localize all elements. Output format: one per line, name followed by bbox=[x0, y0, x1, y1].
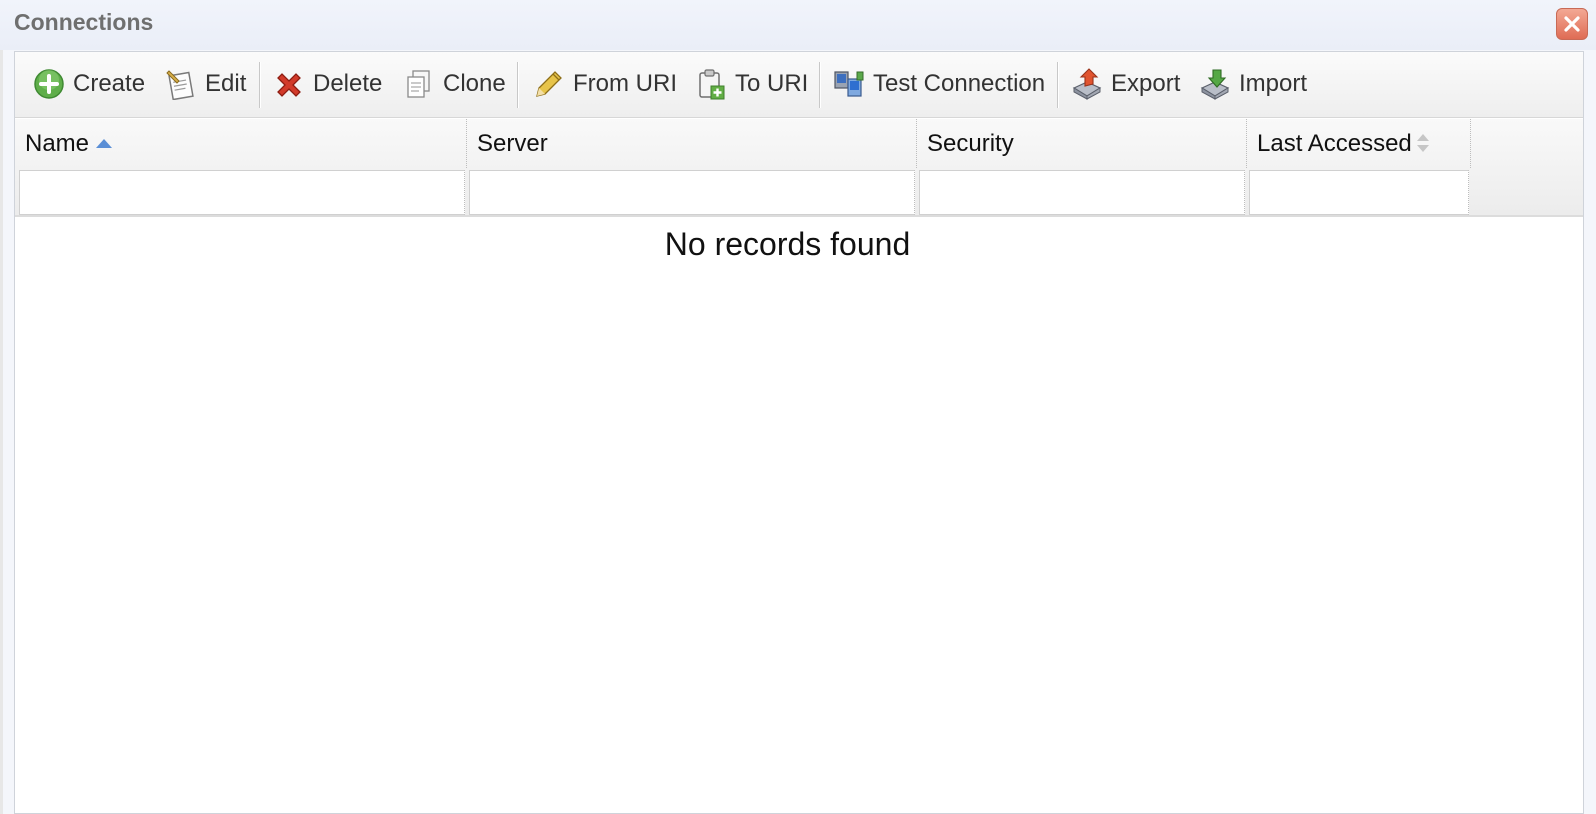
toolbar-separator bbox=[1057, 62, 1059, 108]
test-connection-button[interactable]: Test Connection bbox=[833, 64, 1045, 104]
delete-button[interactable]: Delete bbox=[273, 64, 382, 104]
sortable-icon bbox=[1417, 134, 1429, 152]
export-icon bbox=[1072, 68, 1102, 100]
title-bar: Connections bbox=[0, 0, 1596, 50]
delete-icon bbox=[277, 73, 301, 97]
edit-button[interactable]: Edit bbox=[165, 64, 246, 104]
empty-message: No records found bbox=[664, 226, 911, 262]
column-label-last-accessed: Last Accessed bbox=[1257, 130, 1412, 157]
delete-label: Delete bbox=[313, 70, 383, 97]
network-computers-icon bbox=[834, 71, 864, 97]
grid-header: Name Server Security Last Accessed bbox=[15, 119, 1583, 217]
column-header-name[interactable]: Name bbox=[15, 119, 467, 168]
to-uri-label: To URI bbox=[735, 70, 809, 97]
filter-last-accessed-input[interactable] bbox=[1250, 171, 1468, 214]
pencil-icon bbox=[536, 71, 562, 97]
window-edge bbox=[0, 0, 3, 814]
import-icon bbox=[1200, 69, 1230, 100]
create-button[interactable]: Create bbox=[33, 64, 145, 104]
column-label-name: Name bbox=[25, 130, 90, 157]
filter-server-input[interactable] bbox=[470, 171, 914, 214]
clipboard-add-icon bbox=[699, 69, 725, 100]
column-header-server[interactable]: Server bbox=[467, 119, 917, 168]
column-label-security: Security bbox=[927, 130, 1014, 157]
to-uri-button[interactable]: To URI bbox=[695, 64, 808, 104]
edit-label: Edit bbox=[205, 70, 247, 97]
import-label: Import bbox=[1239, 70, 1308, 97]
close-button[interactable] bbox=[1556, 8, 1588, 40]
filter-server[interactable] bbox=[469, 170, 915, 215]
toolbar-separator bbox=[259, 62, 261, 108]
filter-name[interactable] bbox=[19, 170, 465, 215]
clone-label: Clone bbox=[443, 70, 506, 97]
import-button[interactable]: Import bbox=[1199, 64, 1307, 104]
export-button[interactable]: Export bbox=[1071, 64, 1180, 104]
clone-icon bbox=[407, 70, 430, 98]
from-uri-button[interactable]: From URI bbox=[533, 64, 677, 104]
connections-dialog: Connections Create Edit Delete Clone Fro… bbox=[0, 0, 1596, 814]
export-label: Export bbox=[1111, 70, 1181, 97]
connections-panel: Create Edit Delete Clone From URI To URI… bbox=[14, 51, 1584, 814]
close-icon bbox=[1564, 16, 1580, 32]
filter-name-input[interactable] bbox=[20, 171, 464, 214]
toolbar: Create Edit Delete Clone From URI To URI… bbox=[15, 52, 1583, 118]
filter-security[interactable] bbox=[919, 170, 1245, 215]
create-label: Create bbox=[73, 70, 146, 97]
from-uri-label: From URI bbox=[573, 70, 677, 97]
toolbar-separator bbox=[819, 62, 821, 108]
test-connection-label: Test Connection bbox=[873, 70, 1046, 97]
sort-ascending-icon bbox=[96, 139, 112, 148]
edit-icon bbox=[166, 70, 194, 100]
dialog-title: Connections bbox=[14, 9, 154, 35]
clone-button[interactable]: Clone bbox=[403, 64, 506, 104]
column-header-security[interactable]: Security bbox=[917, 119, 1247, 168]
filter-last-accessed[interactable] bbox=[1249, 170, 1469, 215]
toolbar-separator bbox=[517, 62, 519, 108]
column-header-last-accessed[interactable]: Last Accessed bbox=[1247, 119, 1471, 168]
grid-body: No records found bbox=[15, 218, 1583, 813]
add-icon bbox=[34, 69, 64, 99]
filter-security-input[interactable] bbox=[920, 171, 1244, 214]
column-label-server: Server bbox=[477, 130, 548, 157]
